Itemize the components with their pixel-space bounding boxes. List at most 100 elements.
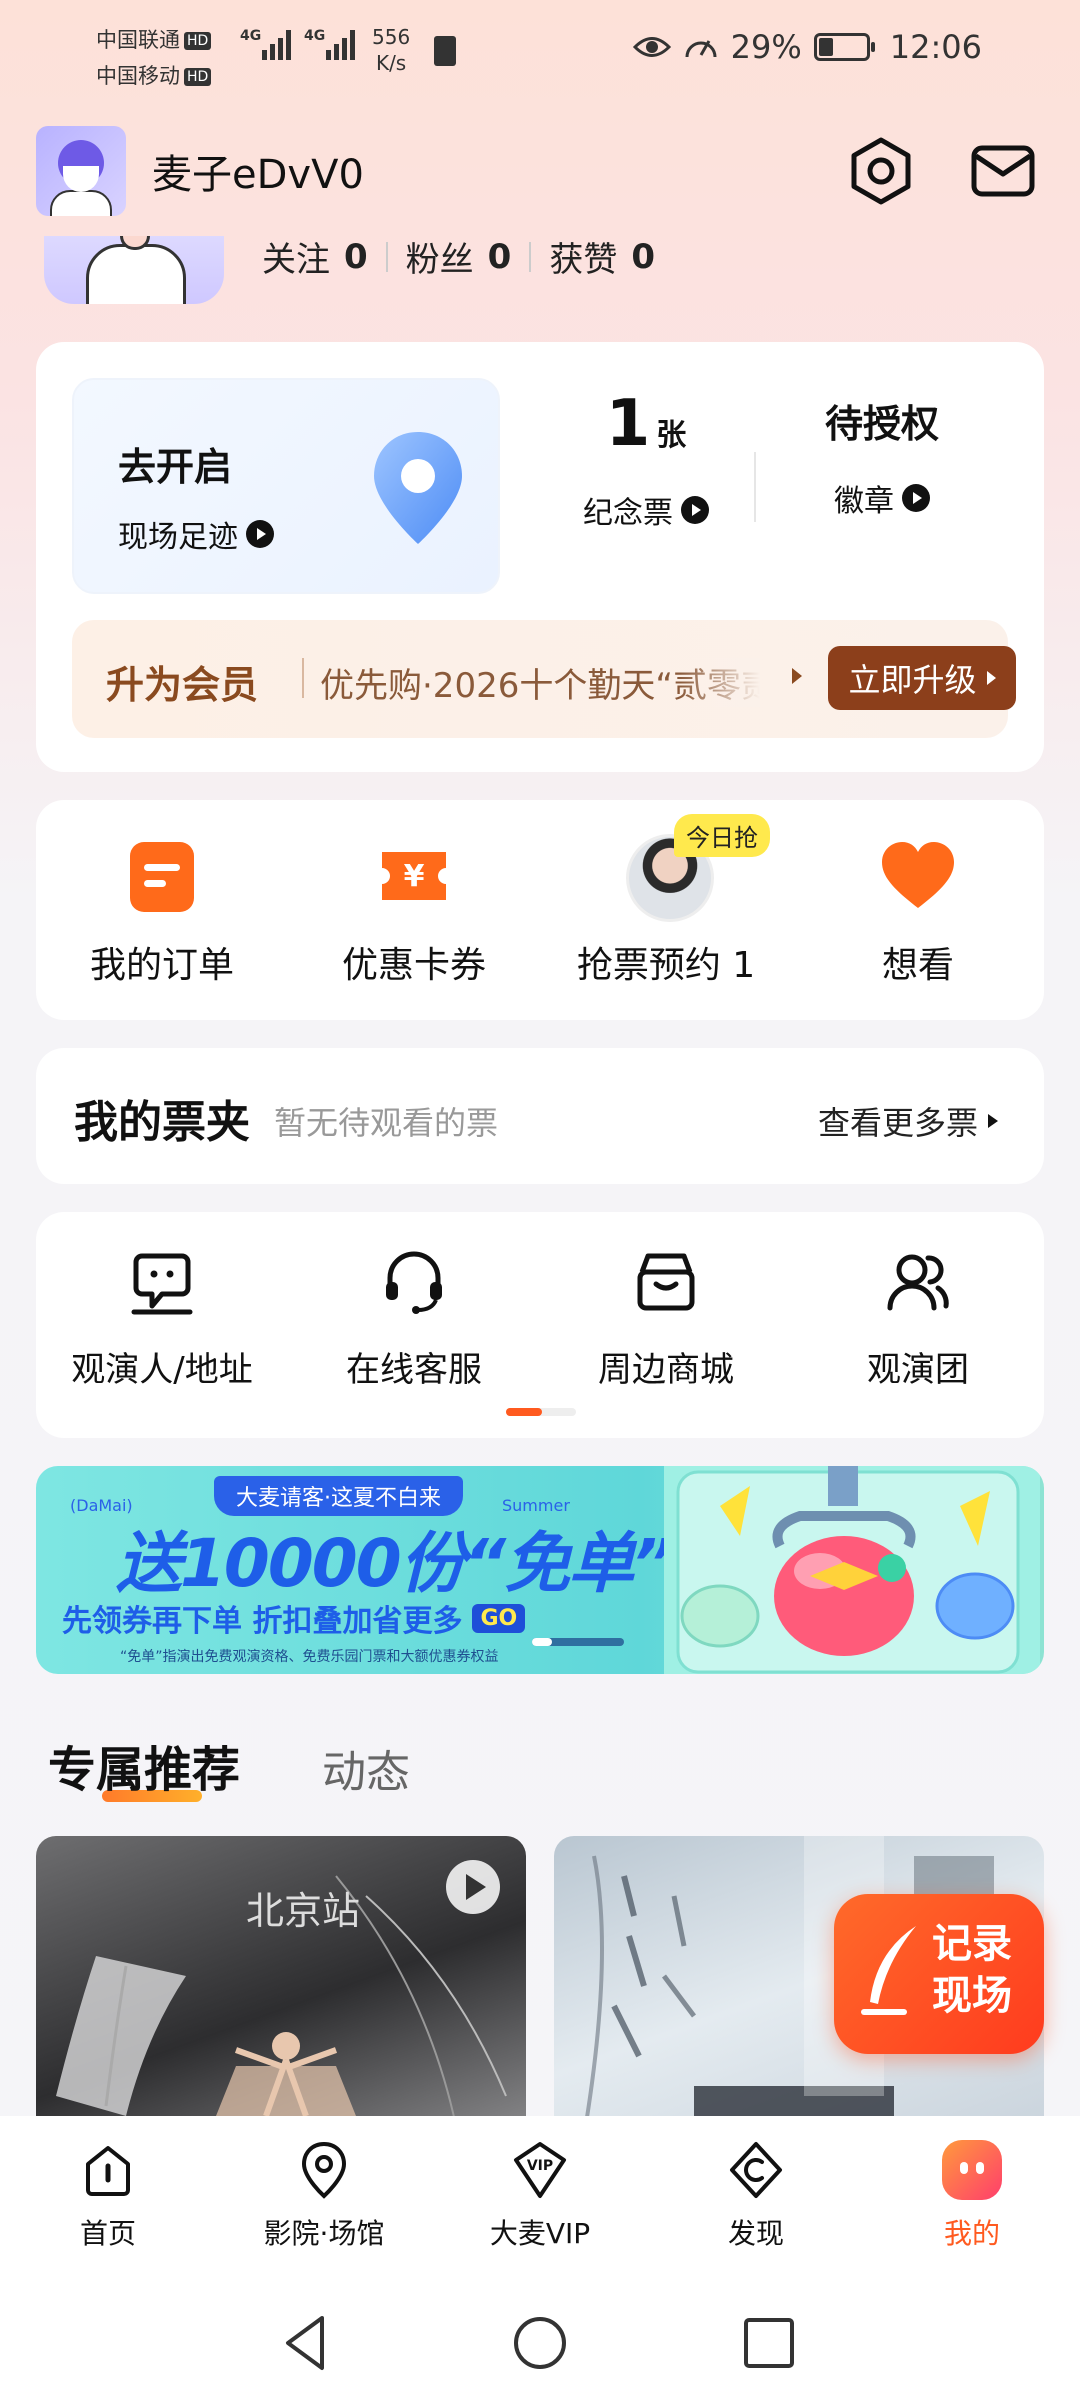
service-support[interactable]: 在线客服 [288,1212,540,1422]
feed-card[interactable]: 北京站 [36,1836,526,2136]
signal-icon [262,30,291,60]
svg-text:VIP: VIP [527,2158,553,2174]
group-icon [887,1254,949,1311]
upgrade-button[interactable]: 立即升级 [828,646,1016,710]
tab-recommend[interactable]: 专属推荐 [48,1730,240,1800]
speed-unit: K/s [375,51,407,75]
settings-icon[interactable] [846,136,916,206]
quill-icon [861,1926,916,2015]
carrier-1: 中国联通 [96,28,180,52]
banner-note: “免单”指演出免费观演资格、免费乐园门票和大额优惠券权益 [120,1649,499,1665]
fans-label[interactable]: 粉丝 [406,232,474,281]
memorial-tickets[interactable]: 1张 纪念票 [536,382,756,532]
follow-count[interactable]: 0 [344,237,368,277]
promo-banner[interactable]: 大麦请客·这夏不白来 (DaMai) Summer 送10000份“免单” 先领… [36,1466,1044,1674]
service-shop[interactable]: 周边商城 [540,1212,792,1422]
quick-action-coupons[interactable]: ¥ 优惠卡券 [288,800,540,1020]
profile-avatar[interactable] [44,236,224,304]
status-bar: 中国联通 HD 中国移动 HD 4G 4G 556 K/s 29% 12:06 [0,0,1080,110]
divider [754,452,756,522]
mine-icon [942,2140,1002,2200]
nav-venues[interactable]: 影院·场馆 [224,2140,424,2252]
battery-percent: 29% [730,28,802,66]
ticket-folder[interactable]: 我的票夹 暂无待观看的票 查看更多票 [36,1048,1044,1184]
footprint-tile[interactable]: 去开启 现场足迹 [72,378,500,594]
service-label: 观演人/地址 [71,1350,253,1390]
nav-discover[interactable]: 发现 [656,2140,856,2252]
tickets-count: 1 [605,387,651,461]
services: 观演人/地址 在线客服 周边商城 观演团 [36,1212,1044,1438]
overview-card: 去开启 现场足迹 1张 纪念票 待授权 徽章 升为会员 优先购·2026十个勤天… [36,342,1044,772]
nav-label: 大麦VIP [489,2217,591,2250]
likes-label[interactable]: 获赞 [549,232,617,281]
quick-action-orders[interactable]: 我的订单 [36,800,288,1020]
likes-count[interactable]: 0 [631,237,655,277]
record-scene-button[interactable]: 记录 现场 [834,1894,1044,2054]
shop-icon [637,1253,695,1311]
tab-dynamic[interactable]: 动态 [322,1736,410,1800]
footprint-title: 去开启 [118,445,233,489]
speed-value: 556 [372,25,411,49]
page-indicator [506,1408,576,1416]
nav-vip[interactable]: VIP 大麦VIP [440,2140,640,2252]
follow-label[interactable]: 关注 [262,232,330,281]
divider [385,241,388,272]
nav-label: 首页 [79,2217,136,2250]
record-line1: 记录 [932,1921,1012,1967]
home-icon [86,2146,130,2196]
nav-label: 发现 [727,2217,784,2250]
signal-icon [326,30,355,60]
banner-line: 先领券再下单 折扣叠加省更多 GO [62,1596,526,1640]
upgrade-label: 立即升级 [848,661,977,699]
carrier-2: 中国移动 [96,64,180,88]
battery-icon [813,33,875,61]
divider [529,241,532,272]
play-icon[interactable] [446,1860,500,1914]
back-icon[interactable] [272,2308,342,2378]
badge-title: 待授权 [824,402,939,446]
mail-icon[interactable] [968,136,1038,206]
hd-badge: HD [184,68,212,86]
network-type-1: 4G [240,28,262,44]
system-nav [0,2286,1080,2400]
ticket-folder-subtitle: 暂无待观看的票 [274,1104,499,1142]
quick-action-label: 抢票预约 1 [576,945,756,986]
nav-mine[interactable]: 我的 [872,2140,1072,2252]
heart-icon [882,842,954,908]
membership-bar[interactable]: 升为会员 优先购·2026十个勤天“贰零贰 立即升级 [72,620,1016,738]
headset-icon [386,1251,442,1314]
viewer-icon [131,1253,193,1315]
arrow-right-icon [988,1114,998,1128]
badges[interactable]: 待授权 徽章 [772,382,992,520]
hd-badge: HD [184,32,212,50]
discover-icon [730,2142,782,2198]
service-group[interactable]: 观演团 [792,1212,1044,1422]
more-tickets-link[interactable]: 查看更多票 [818,1098,998,1144]
footprint-link[interactable]: 现场足迹 [118,512,274,556]
recents-icon[interactable] [734,2308,804,2378]
svg-text:¥: ¥ [404,859,425,894]
banner-headline: 送10000份“免单” [116,1525,675,1602]
ticket-folder-title: 我的票夹 [74,1097,250,1148]
fans-count[interactable]: 0 [488,237,512,277]
claw-machine-illustration [664,1466,1040,1674]
home-circle-icon[interactable] [505,2308,575,2378]
order-icon [130,842,194,912]
location-icon [301,2141,347,2199]
username[interactable]: 麦子eDvV0 [152,142,364,200]
quick-action-wishlist[interactable]: 想看 [792,800,1044,1020]
quick-actions: 我的订单 ¥ 优惠卡券 抢票预约 1 今日抢 想看 [36,800,1044,1020]
nav-label: 影院·场馆 [263,2217,385,2250]
arrow-right-icon [681,496,709,524]
nav-home[interactable]: 首页 [8,2140,208,2252]
record-line2: 现场 [932,1973,1012,2019]
arrow-right-icon [902,484,930,512]
follow-stats: 关注 0 粉丝 0 获赞 0 [262,232,655,281]
service-viewers[interactable]: 观演人/地址 [36,1212,288,1422]
avatar[interactable] [36,126,126,216]
member-benefit: 优先购·2026十个勤天“贰零贰 [320,658,760,707]
banner-line-text: 先领券再下单 折扣叠加省更多 [62,1604,463,1639]
divider [302,658,304,698]
footprint-link-label: 现场足迹 [118,520,238,555]
tickets-link: 纪念票 [583,496,673,531]
